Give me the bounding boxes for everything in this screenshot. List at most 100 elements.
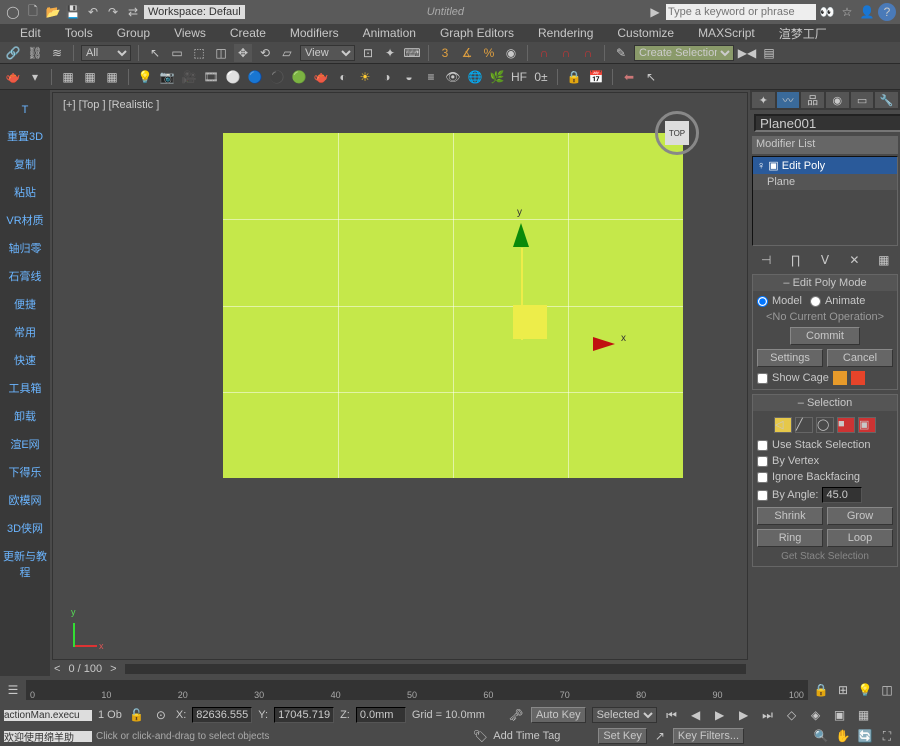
- snap-angle-icon[interactable]: ∡: [458, 44, 476, 62]
- tab-utilities[interactable]: 🔧: [875, 92, 898, 108]
- search-input[interactable]: [666, 4, 816, 20]
- tab-create[interactable]: ✦: [752, 92, 775, 108]
- spinner-snap-icon[interactable]: ◉: [502, 44, 520, 62]
- mod-plane[interactable]: Plane: [753, 174, 897, 190]
- gizmo-x-axis[interactable]: [593, 337, 615, 351]
- left-uninstall[interactable]: 卸载: [0, 402, 50, 430]
- new-icon[interactable]: 🗋: [24, 3, 42, 21]
- zero-icon[interactable]: 0±: [532, 68, 550, 86]
- cage-color2[interactable]: [851, 371, 865, 385]
- radio-model[interactable]: Model: [757, 295, 802, 307]
- subobj-polygon-icon[interactable]: ■: [837, 417, 855, 433]
- scrollbar-left-icon[interactable]: <: [54, 663, 60, 675]
- stripe-icon[interactable]: ≡: [422, 68, 440, 86]
- vp-zoom2-icon[interactable]: 🔍: [812, 727, 830, 745]
- gizmo-xy-plane[interactable]: [513, 305, 547, 339]
- vp-max-icon[interactable]: ⛶: [878, 727, 896, 745]
- keyfilter-icon[interactable]: ↗: [651, 727, 669, 745]
- grid3-icon[interactable]: ▦: [103, 68, 121, 86]
- unique-icon[interactable]: Ⅴ: [816, 251, 834, 269]
- keymode-dropdown[interactable]: Selected: [592, 707, 657, 723]
- mirror-icon[interactable]: ▶◀: [738, 44, 756, 62]
- cage-color1[interactable]: [833, 371, 847, 385]
- left-plaster[interactable]: 石膏线: [0, 262, 50, 290]
- goto-start-icon[interactable]: ⏮: [663, 706, 681, 724]
- earth-icon[interactable]: 🌐: [466, 68, 484, 86]
- ring-button[interactable]: Ring: [757, 529, 823, 547]
- left-t[interactable]: T: [0, 98, 50, 122]
- menu-edit[interactable]: Edit: [8, 26, 53, 40]
- menu-plugin[interactable]: 渲梦工厂: [767, 25, 839, 42]
- workspace-dropdown[interactable]: Workspace: Defaul: [144, 5, 245, 19]
- isolate-icon[interactable]: 💡: [856, 681, 874, 699]
- subobj-element-icon[interactable]: ▣: [858, 417, 876, 433]
- subobj-vertex-icon[interactable]: ◁: [774, 417, 792, 433]
- left-quick[interactable]: 便捷: [0, 290, 50, 318]
- menu-rendering[interactable]: Rendering: [526, 26, 605, 40]
- snap-icon[interactable]: 3: [436, 44, 454, 62]
- configure-icon[interactable]: ▦: [875, 251, 893, 269]
- arrow2-icon[interactable]: ⬅: [620, 68, 638, 86]
- listener-line2[interactable]: [4, 731, 92, 742]
- manipulate-icon[interactable]: ✦: [381, 44, 399, 62]
- vp-zoom-icon[interactable]: ◈: [807, 706, 825, 724]
- open-icon[interactable]: 📂: [44, 3, 62, 21]
- cal-icon[interactable]: 📅: [587, 68, 605, 86]
- mat2-icon[interactable]: ◑: [378, 68, 396, 86]
- object-name-input[interactable]: [754, 114, 900, 132]
- help-icon[interactable]: ?: [878, 3, 896, 21]
- check-ignorebf[interactable]: Ignore Backfacing: [757, 471, 893, 483]
- viewcube[interactable]: TOP: [647, 103, 707, 163]
- vp-fov-icon[interactable]: ▣: [831, 706, 849, 724]
- left-link2[interactable]: 下得乐: [0, 458, 50, 486]
- timeline-config-icon[interactable]: ☰: [4, 681, 22, 699]
- link-icon[interactable]: 🔗: [4, 44, 22, 62]
- filter-dropdown[interactable]: All: [81, 45, 131, 61]
- film-icon[interactable]: 🎞: [202, 68, 220, 86]
- user-icon[interactable]: 👤: [858, 3, 876, 21]
- selset2-icon[interactable]: ◫: [878, 681, 896, 699]
- radio-animate[interactable]: Animate: [810, 295, 865, 307]
- listener-line1[interactable]: [4, 710, 92, 721]
- gizmo-y-axis[interactable]: [513, 223, 529, 247]
- left-fast[interactable]: 快速: [0, 346, 50, 374]
- tab-motion[interactable]: ◉: [826, 92, 849, 108]
- sphere4-icon[interactable]: 🟢: [290, 68, 308, 86]
- remove-mod-icon[interactable]: ✕: [845, 251, 863, 269]
- setkey-button[interactable]: Set Key: [598, 728, 647, 744]
- select-rect-icon[interactable]: ⬚: [190, 44, 208, 62]
- grid2-icon[interactable]: ▦: [81, 68, 99, 86]
- grid1-icon[interactable]: ▦: [59, 68, 77, 86]
- shrink-button[interactable]: Shrink: [757, 507, 823, 525]
- angle-input[interactable]: [822, 487, 862, 503]
- scrollbar-right-icon[interactable]: >: [110, 663, 116, 675]
- tab-display[interactable]: ▭: [851, 92, 874, 108]
- rollout-selection[interactable]: – Selection: [753, 395, 897, 411]
- play-icon[interactable]: ▶: [711, 706, 729, 724]
- vp-orbit-icon[interactable]: ▦: [855, 706, 873, 724]
- lock2-icon[interactable]: 🔓: [128, 706, 146, 724]
- tab-hierarchy[interactable]: 品: [801, 92, 824, 108]
- arrow-icon[interactable]: ▶: [646, 3, 664, 21]
- check-byvertex[interactable]: By Vertex: [757, 455, 893, 467]
- abc-icon[interactable]: ✎: [612, 44, 630, 62]
- menu-maxscript[interactable]: MAXScript: [686, 26, 767, 40]
- magnet-icon[interactable]: ∩: [535, 44, 553, 62]
- goto-end-icon[interactable]: ⏭: [759, 706, 777, 724]
- cam2-icon[interactable]: 🎥: [180, 68, 198, 86]
- mod-editpoly[interactable]: ♀ ▣ Edit Poly: [753, 157, 897, 174]
- x-coord-input[interactable]: [192, 707, 252, 723]
- menu-group[interactable]: Group: [105, 26, 162, 40]
- hf-icon[interactable]: HF: [510, 68, 528, 86]
- select-name-icon[interactable]: ▭: [168, 44, 186, 62]
- scale-icon[interactable]: ▱: [278, 44, 296, 62]
- settings-button[interactable]: Settings: [757, 349, 823, 367]
- subobj-edge-icon[interactable]: ╱: [795, 417, 813, 433]
- cancel-button[interactable]: Cancel: [827, 349, 893, 367]
- menu-grapheditors[interactable]: Graph Editors: [428, 26, 526, 40]
- teapot2-icon[interactable]: 🫖: [312, 68, 330, 86]
- menu-animation[interactable]: Animation: [351, 26, 428, 40]
- mat3-icon[interactable]: ◒: [400, 68, 418, 86]
- vp-rotate-icon[interactable]: 🔄: [856, 727, 874, 745]
- align-icon[interactable]: ▤: [760, 44, 778, 62]
